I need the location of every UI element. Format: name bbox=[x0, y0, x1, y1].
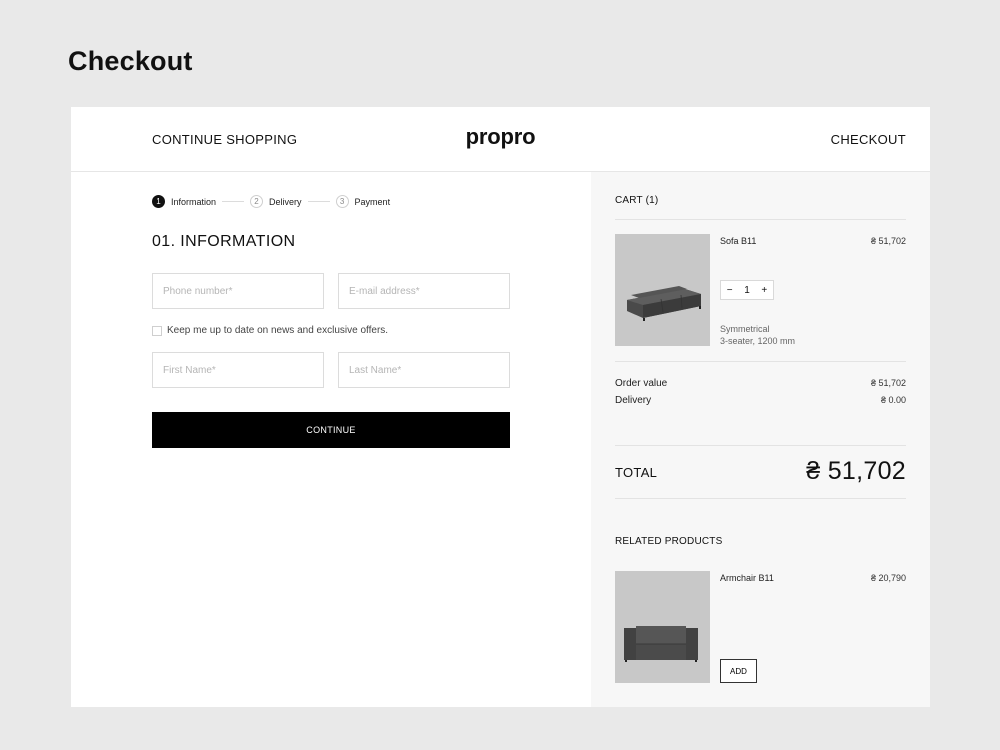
email-input[interactable] bbox=[338, 273, 510, 309]
newsletter-option[interactable]: Keep me up to date on news and exclusive… bbox=[152, 325, 388, 336]
divider bbox=[615, 498, 906, 499]
step-connector bbox=[307, 201, 330, 202]
step-label: Payment bbox=[354, 196, 391, 207]
step-connector bbox=[222, 201, 245, 202]
decrease-quantity-button[interactable]: − bbox=[727, 285, 733, 296]
step-number: 3 bbox=[335, 195, 349, 208]
sofa-product-image[interactable] bbox=[615, 234, 710, 346]
cart-panel: CART (1) Sofa B11 ₴ 51,702 − 1 + Symmetr… bbox=[591, 172, 930, 707]
increase-quantity-button[interactable]: + bbox=[761, 285, 767, 296]
divider bbox=[615, 445, 906, 446]
divider bbox=[615, 361, 906, 362]
step-label: Information bbox=[171, 196, 217, 207]
step-number: 1 bbox=[152, 195, 165, 208]
checkout-header: CONTINUE SHOPPING propro CHECKOUT bbox=[71, 107, 930, 172]
page-title: Checkout bbox=[68, 46, 193, 76]
first-name-input[interactable] bbox=[152, 352, 324, 388]
continue-button[interactable]: CONTINUE bbox=[152, 412, 510, 448]
cart-item-desc-line: 3-seater, 1200 mm bbox=[720, 336, 796, 346]
step-number: 2 bbox=[250, 195, 264, 208]
quantity-value: 1 bbox=[744, 284, 750, 296]
related-products-title: RELATED PRODUCTS bbox=[615, 536, 723, 547]
cart-item-desc-line: Symmetrical bbox=[720, 324, 770, 334]
checkout-card: CONTINUE SHOPPING propro CHECKOUT 1 Info… bbox=[71, 107, 930, 707]
step-information[interactable]: 1 Information bbox=[152, 195, 216, 208]
section-title: 01. INFORMATION bbox=[152, 233, 296, 250]
information-panel: 1 Information 2 Delivery 3 Payment 01. I… bbox=[71, 172, 591, 707]
sofa-illustration bbox=[627, 286, 701, 321]
step-delivery[interactable]: 2 Delivery bbox=[250, 195, 302, 208]
cart-item-description: Symmetrical 3-seater, 1200 mm bbox=[720, 323, 795, 347]
newsletter-label: Keep me up to date on news and exclusive… bbox=[167, 325, 389, 336]
related-item-name[interactable]: Armchair B11 bbox=[720, 573, 774, 583]
cart-title: CART (1) bbox=[615, 195, 659, 206]
total-label: TOTAL bbox=[615, 465, 658, 480]
checkout-link[interactable]: CHECKOUT bbox=[831, 132, 906, 147]
order-value: ₴ 51,702 bbox=[870, 378, 906, 388]
step-payment[interactable]: 3 Payment bbox=[335, 195, 391, 208]
phone-input[interactable] bbox=[152, 273, 324, 309]
step-label: Delivery bbox=[269, 196, 302, 207]
total-value: ₴ 51,702 bbox=[806, 457, 906, 485]
armchair-illustration bbox=[624, 626, 698, 662]
armchair-product-image[interactable] bbox=[615, 571, 710, 683]
quantity-stepper: − 1 + bbox=[720, 280, 774, 300]
order-value-label: Order value bbox=[615, 378, 668, 389]
cart-item-price: ₴ 51,702 bbox=[870, 236, 906, 246]
brand-logo[interactable]: propro bbox=[71, 124, 930, 150]
checkout-steps: 1 Information 2 Delivery 3 Payment bbox=[152, 195, 390, 208]
delivery-value: ₴ 0.00 bbox=[880, 395, 906, 405]
last-name-input[interactable] bbox=[338, 352, 510, 388]
divider bbox=[615, 219, 906, 220]
cart-item-name[interactable]: Sofa B11 bbox=[720, 236, 756, 246]
related-item-price: ₴ 20,790 bbox=[870, 573, 906, 583]
newsletter-checkbox[interactable] bbox=[152, 325, 162, 336]
delivery-label: Delivery bbox=[615, 395, 652, 406]
add-armchair-button[interactable]: ADD bbox=[720, 659, 757, 683]
